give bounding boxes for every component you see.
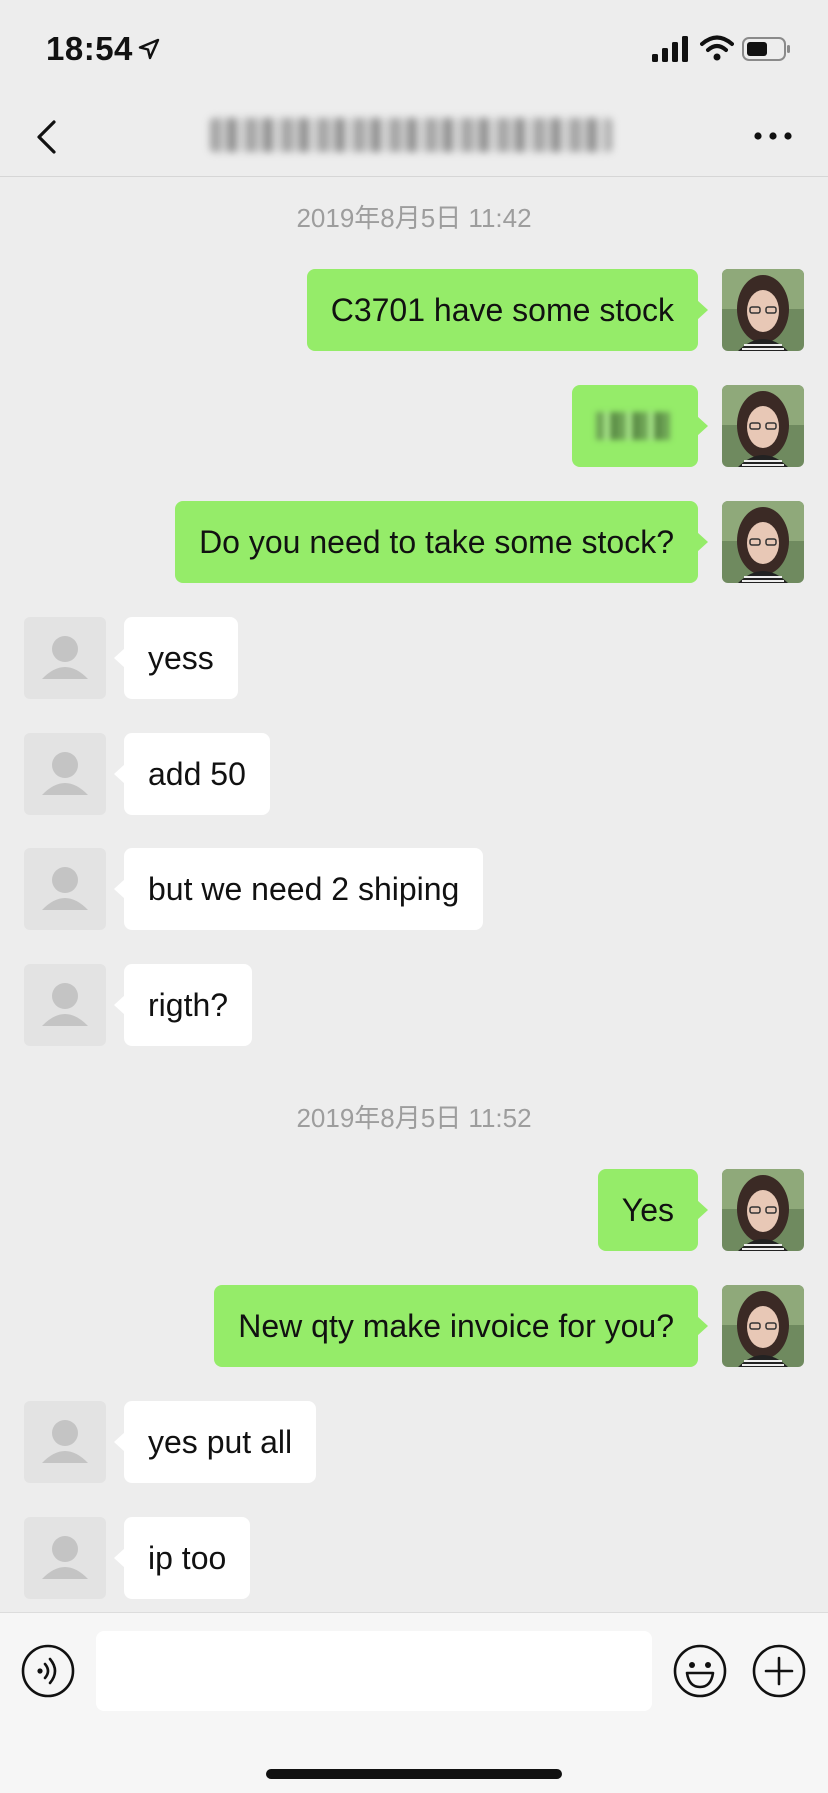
chat-header [0, 100, 828, 177]
message-bubble-sent[interactable]: Do you need to take some stock? [175, 501, 708, 583]
message-bubble-sent[interactable]: C3701 have some stock [306, 269, 709, 351]
status-bar: 18:54 [0, 0, 828, 100]
contact-avatar[interactable] [24, 848, 106, 930]
message-bubble-received[interactable]: yess [114, 617, 238, 699]
my-avatar[interactable] [722, 1169, 804, 1251]
status-time: 18:54 [46, 30, 133, 67]
default-person-icon [42, 983, 88, 1026]
contact-avatar[interactable] [24, 733, 106, 815]
home-indicator[interactable] [266, 1769, 562, 1779]
message-bubble-sent[interactable]: Yes [597, 1169, 709, 1251]
my-avatar[interactable] [722, 1285, 804, 1367]
more-options-button[interactable] [748, 116, 798, 156]
message-bubble-received[interactable]: rigth? [113, 964, 253, 1046]
my-avatar[interactable] [722, 385, 804, 467]
message-bubble-sent[interactable]: New qty make invoice for you? [214, 1285, 708, 1367]
wifi-icon [700, 35, 734, 61]
timestamp: 2019年8月5日 11:52 [296, 1103, 532, 1133]
location-arrow-icon [138, 38, 160, 60]
back-button[interactable] [26, 114, 72, 160]
message-list[interactable]: 2019年8月5日 11:42 C3701 have some stock Do… [0, 177, 828, 1612]
message-bubble-received[interactable]: but we need 2 shiping [113, 848, 484, 930]
default-person-icon [42, 867, 88, 910]
voice-input-icon[interactable] [20, 1643, 76, 1699]
contact-avatar[interactable] [24, 964, 106, 1046]
timestamp: 2019年8月5日 11:42 [296, 203, 532, 233]
contact-avatar[interactable] [24, 617, 106, 699]
emoji-icon[interactable] [672, 1643, 728, 1699]
contact-avatar[interactable] [24, 1401, 106, 1483]
default-person-icon [42, 1420, 88, 1463]
message-bubble-sent-redacted[interactable] [572, 385, 708, 467]
my-avatar[interactable] [722, 269, 804, 351]
redacted-text [596, 412, 670, 440]
chat-title [210, 118, 612, 152]
message-bubble-received[interactable]: add 50 [114, 733, 270, 815]
input-bar [0, 1612, 828, 1793]
cellular-signal-icon [652, 36, 688, 62]
contact-avatar[interactable] [24, 1517, 106, 1599]
message-bubble-received[interactable]: yes put all [113, 1401, 317, 1483]
my-avatar[interactable] [722, 501, 804, 583]
message-input[interactable] [96, 1631, 652, 1711]
plus-circle-icon[interactable] [751, 1643, 807, 1699]
default-person-icon [42, 636, 88, 679]
message-bubble-received[interactable]: ip too [113, 1517, 251, 1599]
battery-icon [742, 37, 790, 61]
default-person-icon [42, 752, 88, 795]
default-person-icon [42, 1536, 88, 1579]
